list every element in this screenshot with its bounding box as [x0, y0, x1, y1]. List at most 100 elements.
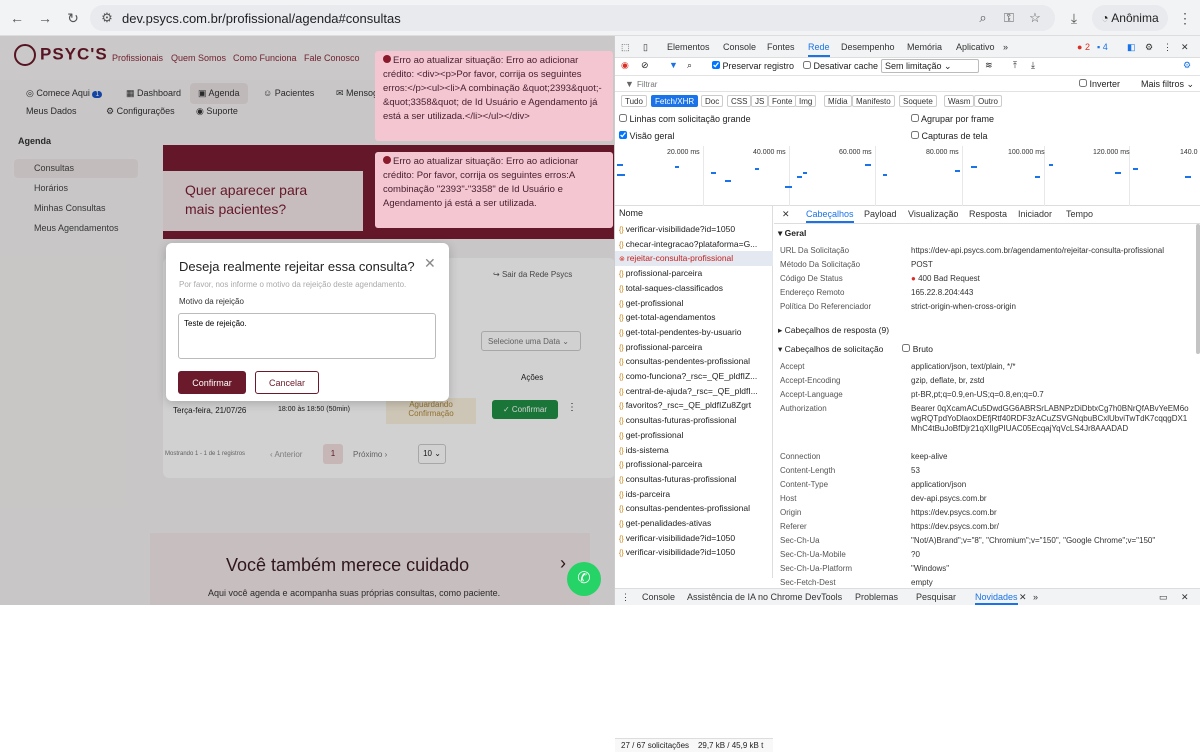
request-row[interactable]: {} como-funciona?_rsc=_QE_pldfIZ...	[615, 369, 773, 384]
download-har-icon[interactable]: ⤓	[1031, 60, 1035, 71]
record-icon[interactable]: ◉	[621, 60, 629, 71]
request-row[interactable]: {} get-profissional	[615, 296, 773, 311]
type-chip[interactable]: Outro	[974, 95, 1003, 107]
forward-icon[interactable]: →	[36, 9, 54, 27]
error-toast[interactable]: Erro ao atualizar situação: Erro ao adic…	[375, 152, 613, 228]
request-header-value[interactable]: 53	[911, 466, 1193, 476]
tab-desempenho[interactable]: Desempenho	[841, 42, 895, 52]
header-value[interactable]: POST	[911, 260, 1193, 270]
tab-tempo[interactable]: Tempo	[1066, 209, 1093, 219]
tab-visualizacao[interactable]: Visualização	[908, 209, 958, 219]
close-devtools-icon[interactable]: ✕	[1181, 42, 1189, 53]
request-row[interactable]: {} favoritos?_rsc=_QE_pldfIZu8Zgrt	[615, 398, 773, 413]
more-filters-dropdown[interactable]: Mais filtros ⌄	[1141, 79, 1194, 90]
request-row[interactable]: {} get-total-pendentes-by-usuario	[615, 325, 773, 340]
request-header-value[interactable]: gzip, deflate, br, zstd	[911, 376, 1193, 386]
request-row[interactable]: {} consultas-pendentes-profissional	[615, 501, 773, 516]
tab-rede[interactable]: Rede	[808, 42, 830, 57]
request-header-value[interactable]: https://dev.psycs.com.br	[911, 508, 1193, 518]
dock-icon[interactable]: ▭	[1159, 592, 1168, 603]
overview-checkbox[interactable]	[619, 131, 627, 139]
network-settings-icon[interactable]: ⚙	[1183, 60, 1191, 71]
tab-console[interactable]: Console	[723, 42, 756, 52]
request-row[interactable]: {} consultas-pendentes-profissional	[615, 354, 773, 369]
type-chip[interactable]: JS	[751, 95, 769, 107]
reload-icon[interactable]: ↻	[64, 9, 82, 27]
wifi-icon[interactable]: ≋	[985, 60, 993, 71]
request-header-value[interactable]: application/json, text/plain, */*	[911, 362, 1193, 372]
drawer-tab-pesquisar[interactable]: Pesquisar	[916, 592, 956, 602]
disable-cache-checkbox[interactable]	[803, 61, 811, 69]
section-response-headers[interactable]: ▸ Cabeçalhos de resposta (9)	[778, 325, 889, 336]
filter-icon[interactable]: ▼	[669, 60, 678, 70]
tab-elementos[interactable]: Elementos	[667, 42, 710, 52]
incognito-badge[interactable]: ◔ Anônima	[1092, 5, 1168, 31]
request-header-value[interactable]: "Windows"	[911, 564, 1193, 574]
large-rows-checkbox[interactable]	[619, 114, 627, 122]
request-row[interactable]: {} profissional-parceira	[615, 457, 773, 472]
search-icon[interactable]: ⌕	[687, 60, 692, 71]
request-row[interactable]: {} ids-sistema	[615, 443, 773, 458]
error-count[interactable]: ● 2	[1077, 42, 1090, 52]
cancel-button[interactable]: Cancelar	[255, 371, 319, 394]
more-options-icon[interactable]: ⋮	[1163, 42, 1172, 53]
drawer-tab-problemas[interactable]: Problemas	[855, 592, 898, 602]
more-tabs-icon[interactable]: »	[1003, 42, 1008, 52]
request-header-value[interactable]: pt-BR,pt;q=0.9,en-US;q=0.8,en;q=0.7	[911, 390, 1193, 400]
request-row[interactable]: {} consultas-futuras-profissional	[615, 413, 773, 428]
star-icon[interactable]: ☆	[1026, 9, 1044, 27]
option-large-rows[interactable]: Linhas com solicitação grande	[619, 114, 751, 124]
key-icon[interactable]: ⚿	[1000, 9, 1018, 27]
name-column-header[interactable]: Nome	[619, 208, 643, 218]
ai-icon[interactable]: ◧	[1127, 42, 1136, 53]
option-group-frame[interactable]: Agrupar por frame	[911, 114, 994, 124]
type-chip[interactable]: Tudo	[621, 95, 647, 107]
tab-aplicativo[interactable]: Aplicativo	[956, 42, 995, 52]
type-chip[interactable]: Fonte	[768, 95, 797, 107]
request-header-value[interactable]: dev-api.psycs.com.br	[911, 494, 1193, 504]
invert-checkbox[interactable]: Inverter	[1079, 79, 1120, 89]
tab-cabecalhos[interactable]: Cabeçalhos	[806, 209, 854, 223]
request-row[interactable]: {} ids-parceira	[615, 487, 773, 502]
tab-payload[interactable]: Payload	[864, 209, 897, 219]
request-row[interactable]: {} get-profissional	[615, 428, 773, 443]
warning-count[interactable]: ▪ 4	[1097, 42, 1108, 52]
tab-resposta[interactable]: Resposta	[969, 209, 1007, 219]
type-chip[interactable]: Mídia	[824, 95, 852, 107]
type-chip[interactable]: Wasm	[944, 95, 975, 107]
request-row[interactable]: {} total-saques-classificados	[615, 281, 773, 296]
site-info-icon[interactable]: ⚙	[98, 9, 116, 27]
menu-icon[interactable]: ⋮	[1176, 9, 1194, 27]
section-request-headers[interactable]: ▾ Cabeçalhos de solicitação Bruto	[778, 344, 933, 355]
device-toggle-icon[interactable]: ▯	[643, 42, 648, 53]
request-row[interactable]: {} verificar-visibilidade?id=1050	[615, 545, 773, 560]
header-value[interactable]: https://dev-api.psycs.com.br/agendamento…	[911, 246, 1193, 256]
download-icon[interactable]: ⤓	[1065, 9, 1083, 27]
url-text[interactable]: dev.psycs.com.br/profissional/agenda#con…	[122, 11, 401, 26]
screenshots-checkbox[interactable]	[911, 131, 919, 139]
clear-icon[interactable]: ⊘	[641, 60, 649, 71]
type-chip[interactable]: Soquete	[899, 95, 937, 107]
request-row[interactable]: {} get-total-agendamentos	[615, 310, 773, 325]
request-row[interactable]: {} checar-integracao?plataforma=G...	[615, 237, 773, 252]
zoom-icon[interactable]: ⌕	[974, 9, 992, 27]
request-header-value[interactable]: empty	[911, 578, 1193, 588]
error-toast[interactable]: Erro ao atualizar situação: Erro ao adic…	[375, 51, 613, 141]
close-drawer-icon[interactable]: ✕	[1181, 592, 1189, 603]
tab-iniciador[interactable]: Iniciador	[1018, 209, 1052, 219]
type-chip[interactable]: Manifesto	[852, 95, 895, 107]
throttle-select[interactable]: Sem limitação ⌄	[881, 59, 979, 73]
confirm-button[interactable]: Confirmar	[178, 371, 246, 394]
option-overview[interactable]: Visão geral	[619, 131, 674, 141]
request-row[interactable]: {} profissional-parceira	[615, 266, 773, 281]
reason-input[interactable]	[178, 313, 436, 359]
request-row[interactable]: {} profissional-parceira	[615, 340, 773, 355]
preserve-log[interactable]: Preservar registro	[712, 61, 794, 71]
request-header-value[interactable]: application/json	[911, 480, 1193, 490]
tab-memoria[interactable]: Memória	[907, 42, 942, 52]
header-value[interactable]: ● 400 Bad Request	[911, 274, 1193, 284]
request-header-value[interactable]: keep-alive	[911, 452, 1193, 462]
type-chip[interactable]: Doc	[701, 95, 724, 107]
disable-cache[interactable]: Desativar cache	[803, 61, 878, 71]
request-row[interactable]: ⊗ rejeitar-consulta-profissional	[615, 251, 773, 267]
